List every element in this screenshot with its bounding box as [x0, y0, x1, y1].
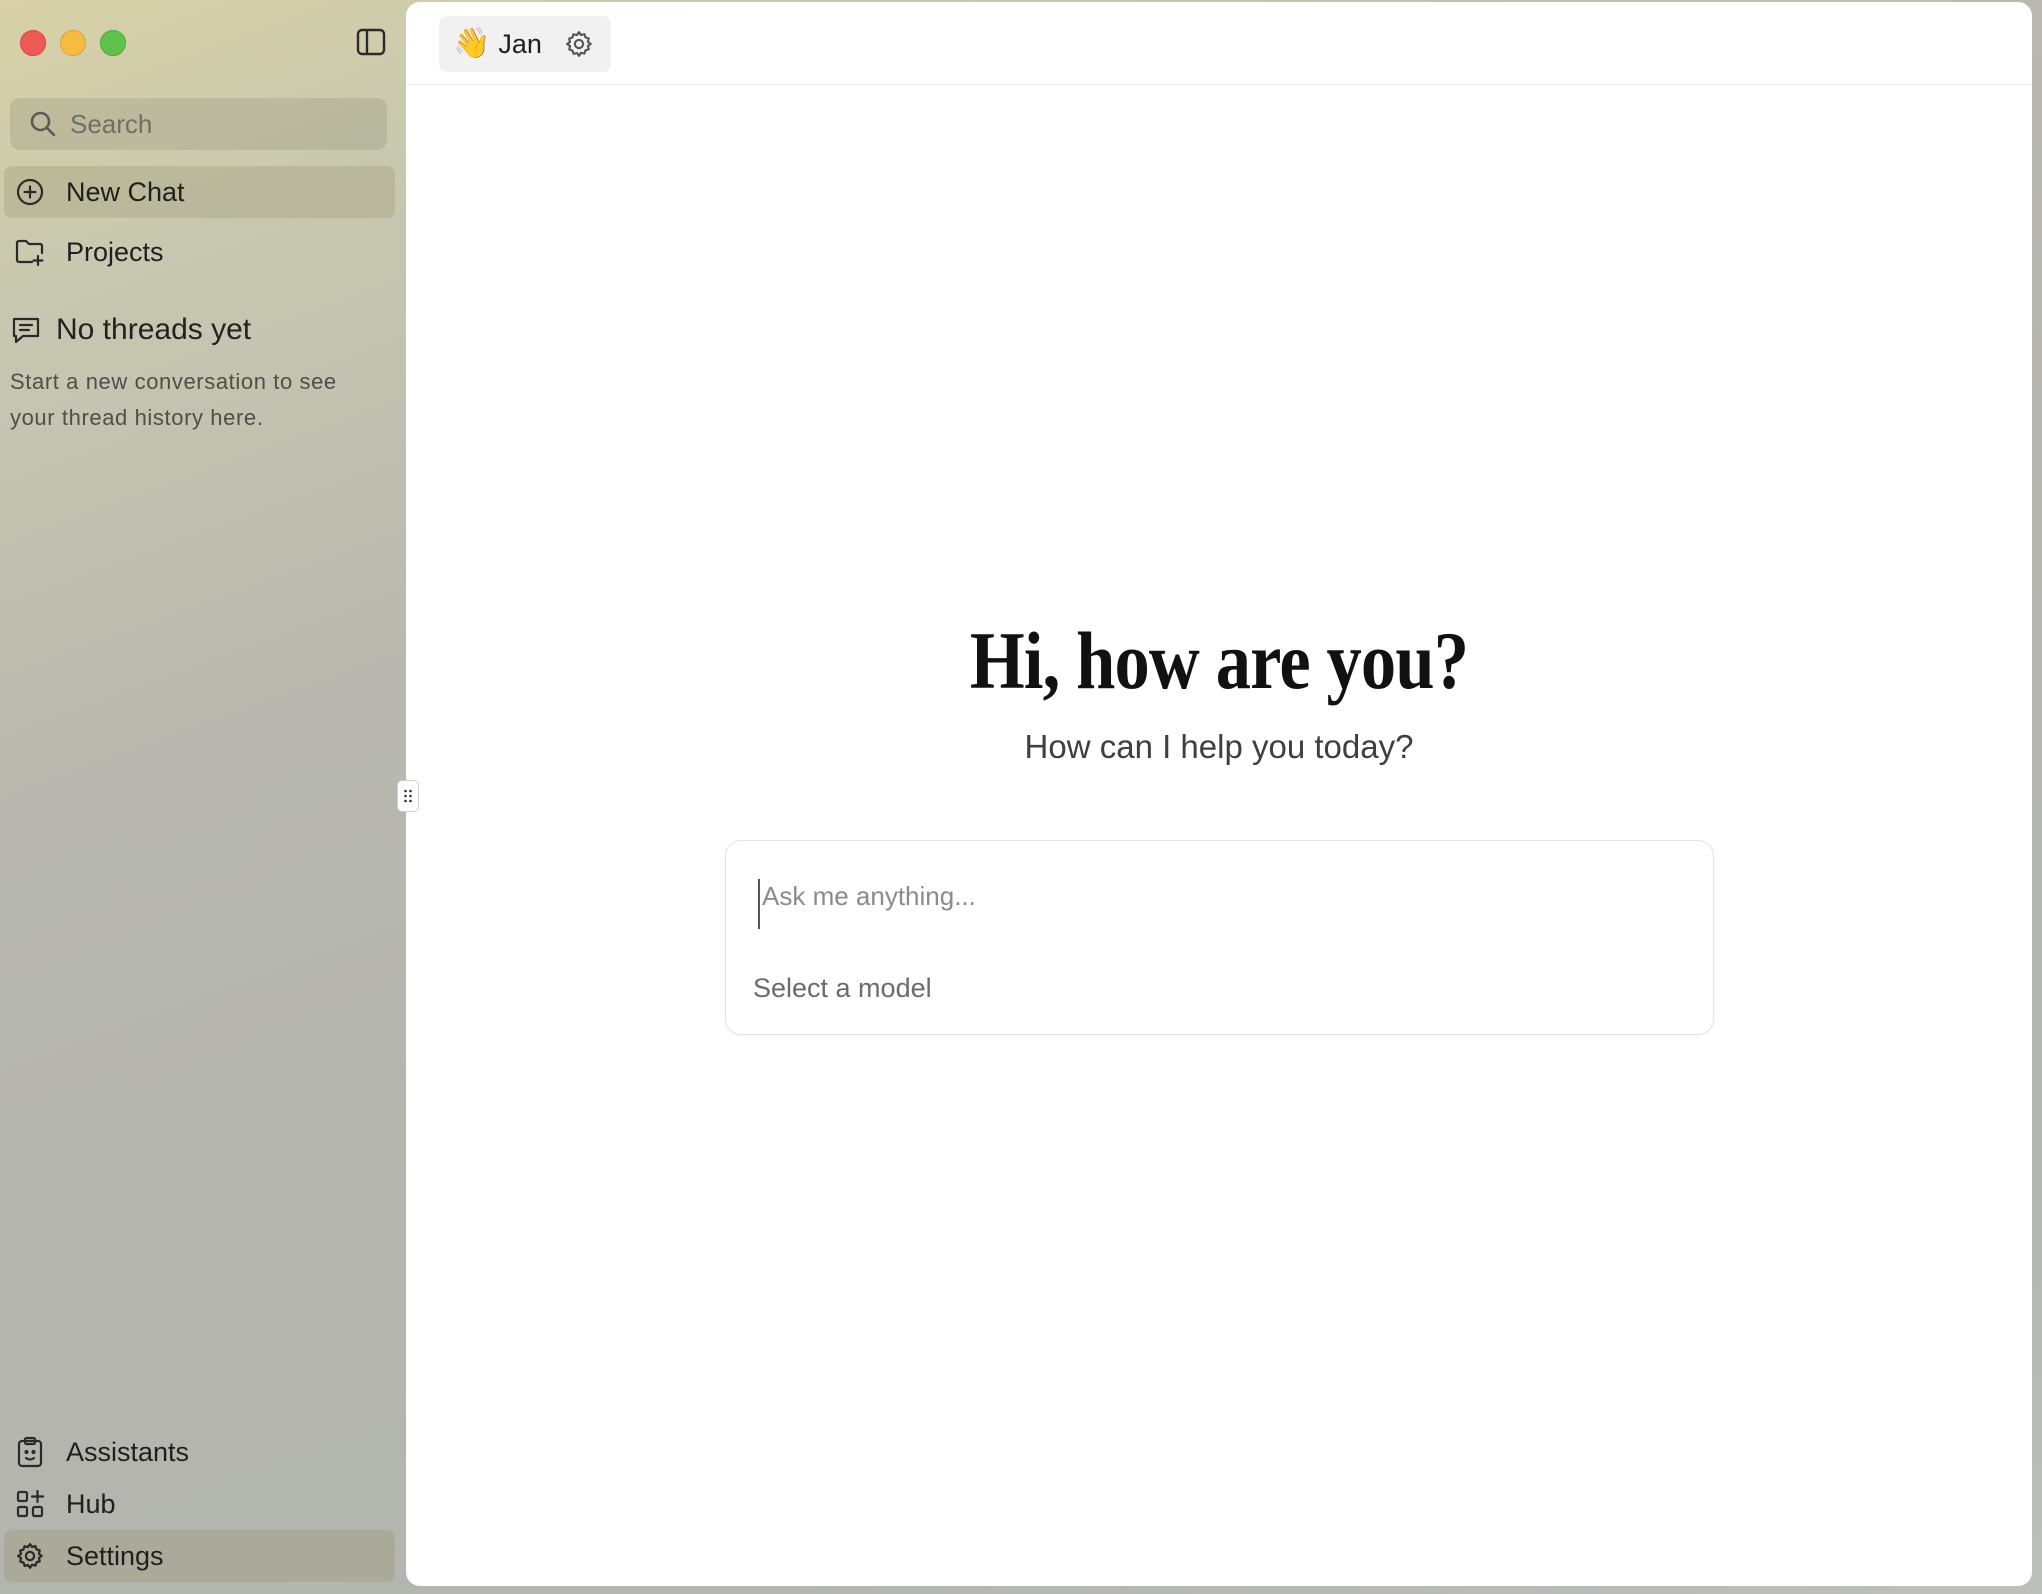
search-icon — [28, 109, 58, 139]
settings-button[interactable]: Settings — [4, 1530, 395, 1582]
assistant-selector[interactable]: 👋 Jan — [439, 16, 611, 72]
settings-label: Settings — [66, 1540, 164, 1571]
waving-hand-icon: 👋 — [453, 26, 491, 61]
chat-composer: Select a model — [725, 840, 1714, 1035]
chat-input[interactable] — [758, 879, 1684, 929]
model-selector[interactable]: Select a model — [753, 973, 932, 1004]
assistants-button[interactable]: Assistants — [4, 1426, 395, 1478]
new-chat-button[interactable]: New Chat — [4, 166, 395, 218]
search-input[interactable] — [68, 107, 372, 141]
sidebar-toggle-icon[interactable] — [356, 28, 386, 56]
main-panel: 👋 Jan Hi, how are you? How can I help yo… — [406, 2, 2032, 1586]
window-minimize-button[interactable] — [60, 30, 86, 56]
message-square-icon — [10, 314, 42, 346]
search-box[interactable] — [10, 98, 387, 150]
projects-label: Projects — [66, 236, 164, 267]
assistant-name: Jan — [498, 28, 542, 59]
sidebar: New Chat Projects No threads yet Start a… — [0, 0, 405, 1594]
plus-circle-icon — [14, 176, 46, 208]
assistant-settings-icon[interactable] — [564, 29, 594, 59]
empty-threads-description: Start a new conversation to see your thr… — [10, 369, 337, 430]
gear-icon — [14, 1540, 46, 1572]
new-chat-label: New Chat — [66, 176, 185, 207]
greeting-heading: Hi, how are you? — [969, 615, 1469, 706]
projects-button[interactable]: Projects — [4, 226, 395, 278]
window-zoom-button[interactable] — [100, 30, 126, 56]
greeting-subtitle: How can I help you today? — [1024, 728, 1414, 765]
empty-threads-heading: No threads yet — [10, 313, 251, 347]
window-close-button[interactable] — [20, 30, 46, 56]
top-bar: 👋 Jan — [406, 2, 2032, 85]
hub-button[interactable]: Hub — [4, 1478, 395, 1530]
hub-label: Hub — [66, 1488, 116, 1519]
resize-handle[interactable] — [397, 780, 419, 812]
empty-threads-title: No threads yet — [56, 313, 252, 346]
folder-plus-icon — [14, 236, 46, 268]
clipboard-icon — [14, 1436, 46, 1468]
grid-icon — [14, 1488, 46, 1520]
drag-dots-icon — [404, 789, 412, 803]
assistants-label: Assistants — [66, 1436, 190, 1467]
